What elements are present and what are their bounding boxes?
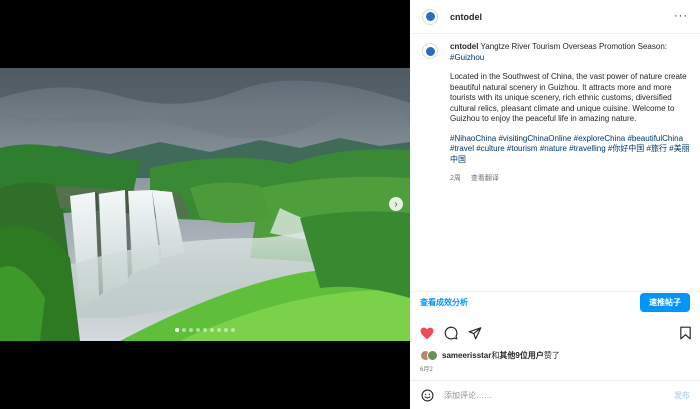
post-comment-button[interactable]: 发布 [674,390,690,401]
caption-title: Yangtze River Tourism Overseas Promotion… [480,42,667,51]
post-viewer: › cntodel ··· cntodel Yangtze River Tour… [0,0,700,409]
post-date[interactable]: 6月2 [420,364,433,373]
carousel-dot [182,328,186,332]
boost-post-button[interactable]: 速推帖子 [640,292,690,312]
post-age: 2周 [450,175,461,182]
carousel-dot [217,328,221,332]
caption-meta: 2周 查看翻译 [450,174,692,185]
emoji-icon[interactable] [420,388,434,402]
carousel-dot [210,328,214,332]
post-header: cntodel ··· [410,0,700,34]
insights-row: 查看成效分析 速推帖子 [410,291,700,312]
carousel-dot [196,328,200,332]
post-photo[interactable] [0,68,410,341]
likes-suffix: 赞了 [543,351,560,360]
translate-link[interactable]: 查看翻译 [471,175,499,182]
carousel-dot [231,328,235,332]
username[interactable]: cntodel [450,12,482,22]
post-side-panel: cntodel ··· cntodel Yangtze River Touris… [410,0,700,409]
carousel-indicator [0,328,410,332]
media-area: › [0,0,410,409]
avatar[interactable] [422,43,438,59]
chevron-right-icon: › [394,198,398,210]
carousel-dot [224,328,228,332]
carousel-dot [203,328,207,332]
caption-body: Located in the Southwest of China, the v… [450,72,687,123]
comment-bar: 添加评论…… 发布 [410,380,700,409]
likes-summary: sameerisstar和其他9位用户赞了 [420,350,560,361]
caption-hashtags[interactable]: #NihaoChina #visitingChinaOnline #explor… [450,134,692,166]
other-likers-link[interactable]: 其他9位用户 [499,351,543,360]
comment-icon[interactable] [444,326,458,340]
liker-avatar[interactable] [427,350,438,361]
action-bar [420,324,692,342]
liker-username[interactable]: sameerisstar [442,351,491,360]
post-caption: cntodel Yangtze River Tourism Overseas P… [422,42,692,185]
heart-icon[interactable] [420,326,434,340]
caption-title-hashtag[interactable]: #Guizhou [450,53,484,62]
caption-username[interactable]: cntodel [450,42,478,51]
next-slide-button[interactable]: › [389,197,403,211]
waterfall-image [0,68,410,341]
avatar[interactable] [422,8,438,25]
share-icon[interactable] [468,326,482,340]
comment-input[interactable]: 添加评论…… [444,390,674,401]
carousel-dot [175,328,179,332]
more-icon[interactable]: ··· [674,11,688,22]
view-insights-link[interactable]: 查看成效分析 [420,297,468,308]
carousel-dot [189,328,193,332]
save-icon[interactable] [678,326,692,340]
